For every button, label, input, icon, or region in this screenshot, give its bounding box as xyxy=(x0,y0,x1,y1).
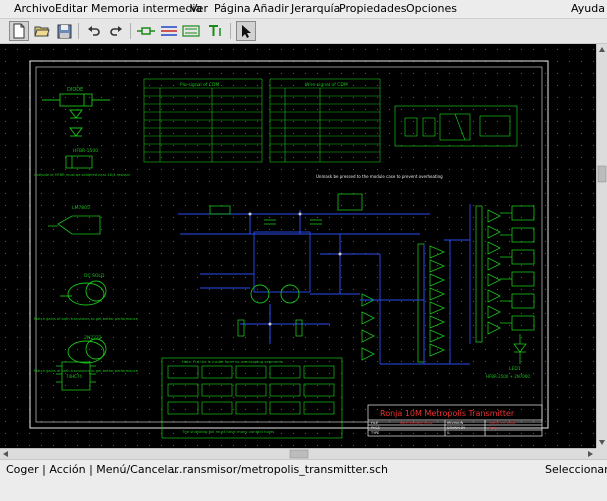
vertical-scrollbar-arrows xyxy=(597,47,607,445)
open-button[interactable] xyxy=(32,21,52,41)
transistor-note-1: Match gains of both transistors to get b… xyxy=(34,317,139,321)
menu-pagina[interactable]: Página xyxy=(214,2,251,16)
title-block-field-drawn-by: DRAWN BY xyxy=(447,426,466,430)
toolbar xyxy=(0,19,607,44)
redo-button[interactable] xyxy=(106,21,126,41)
vertical-scrollbar[interactable] xyxy=(596,44,607,448)
toolbar-separator xyxy=(130,23,131,39)
menu-bar: Archivo Editar Memoria intermedia Ver Pá… xyxy=(0,0,607,19)
pin-signal-table-title: Pin-signal of CDM xyxy=(180,82,219,88)
status-mode: Seleccionar xyxy=(545,463,607,476)
menu-editar[interactable]: Editar xyxy=(55,2,88,16)
vertical-scroll-thumb xyxy=(597,165,607,183)
horizontal-scroll-thumb xyxy=(289,449,309,459)
menu-ver[interactable]: Ver xyxy=(190,2,208,16)
redo-icon xyxy=(110,26,122,36)
title-block-row-file: FILE xyxy=(371,421,378,425)
status-bar: Coger | Acción | Menú/Cancelar ...ransmi… xyxy=(0,459,607,501)
undo-icon xyxy=(88,26,100,36)
title-block-author: Karel Kulhavy 2002 xyxy=(400,421,433,425)
horizontal-scrollbar[interactable] xyxy=(0,448,596,459)
add-net-icon xyxy=(161,26,177,36)
title-block-row-page: PAGE xyxy=(371,426,380,430)
reg-label: 2N2222 xyxy=(84,335,102,341)
add-text-icon xyxy=(209,25,221,36)
save-button[interactable] xyxy=(54,21,74,41)
status-mouse-hint: Coger | Acción | Menú/Cancelar xyxy=(6,463,179,476)
schematic-title: Ronja 10M Metropolis Transmitter xyxy=(380,409,515,418)
horizontal-scrollbar-arrows xyxy=(3,449,593,459)
toolbar-separator xyxy=(230,23,231,39)
dc-solder-label: DC SOLD xyxy=(84,273,105,279)
wire-signal-table-title: Wire-signal of CDM xyxy=(305,82,348,88)
add-text-button[interactable] xyxy=(205,21,225,41)
lm7805-label: LM7805 xyxy=(72,205,90,211)
new-button[interactable] xyxy=(9,21,29,41)
power-note: Unmask be pressed to the module case to … xyxy=(316,174,443,179)
title-block-date: March 23, 2002 xyxy=(489,421,516,425)
select-icon xyxy=(242,24,251,38)
scrollbar-corner xyxy=(596,448,607,459)
menu-propiedades[interactable]: Propiedades xyxy=(339,2,406,16)
add-net-button[interactable] xyxy=(159,21,179,41)
menu-archivo[interactable]: Archivo xyxy=(14,2,55,16)
status-filename: ...ransmisor/metropolis_transmitter.sch xyxy=(172,463,388,476)
bottom-note-2: The shielding foil must have many contac… xyxy=(181,429,274,434)
menu-anadir[interactable]: Añadir xyxy=(253,2,289,16)
scroll-right-icon xyxy=(588,451,593,457)
add-bus-button[interactable] xyxy=(181,21,201,41)
ttl-chip-label: 74HC74 xyxy=(66,374,82,379)
led-note: Cathode of HFBR must be soldered near 1K… xyxy=(34,173,131,177)
add-bus-icon xyxy=(182,25,200,37)
menu-jerarquia[interactable]: Jerarquía xyxy=(291,2,340,16)
menu-ayuda[interactable]: Ayuda xyxy=(571,2,605,16)
save-icon xyxy=(57,24,71,38)
hfbr-output-label: HFBR-2500 + 2N7000 xyxy=(486,374,530,379)
bottom-note: Hole: Put the ic inside form no overlapp… xyxy=(182,359,283,364)
select-button[interactable] xyxy=(236,21,256,41)
diode-label: DIODE xyxy=(67,87,83,93)
title-block-field-zero: 0 xyxy=(447,431,449,435)
schematic-drawing: Pin-signal of CDM Wire-signal of CDM DIO… xyxy=(0,44,596,448)
menu-memoria-intermedia[interactable]: Memoria intermedia xyxy=(91,2,202,16)
undo-button[interactable] xyxy=(84,21,104,41)
scroll-left-icon xyxy=(3,451,8,457)
open-icon xyxy=(34,26,50,37)
title-block-row-type: TYPE xyxy=(370,431,379,435)
add-component-icon xyxy=(137,27,155,35)
scroll-down-icon xyxy=(599,440,605,445)
new-icon xyxy=(13,23,25,39)
title-block-field-revision: REVISION xyxy=(447,421,464,425)
toolbar-separator xyxy=(78,23,79,39)
schematic-canvas[interactable]: Pin-signal of CDM Wire-signal of CDM DIO… xyxy=(0,44,596,448)
hfbr-label: HFBR-1500 xyxy=(73,148,98,154)
title-block-project: Ronja xyxy=(489,426,498,430)
scroll-up-icon xyxy=(599,47,605,52)
transistor-note-2: Match gains of both transistors to get b… xyxy=(34,369,139,373)
add-component-button[interactable] xyxy=(136,21,156,41)
led-label: LED1 xyxy=(509,366,521,372)
menu-opciones[interactable]: Opciones xyxy=(406,2,457,16)
